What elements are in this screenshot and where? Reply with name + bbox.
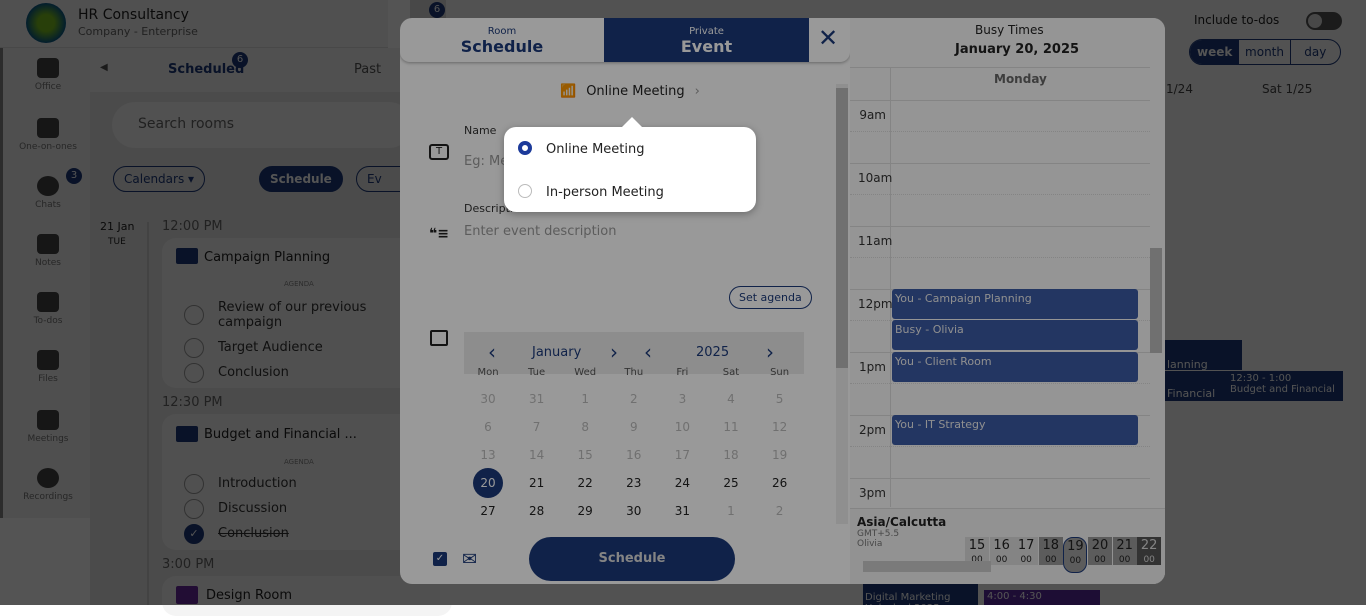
radio-selected-icon [518,141,532,155]
option-label: Online Meeting [546,142,645,157]
option-online-meeting[interactable]: Online Meeting [518,141,644,157]
radio-icon [518,184,532,198]
option-in-person-meeting[interactable]: In-person Meeting [518,184,664,200]
option-label: In-person Meeting [546,185,664,200]
popup-backdrop[interactable] [0,0,1366,605]
meeting-type-popup: Online Meeting In-person Meeting [504,117,756,212]
